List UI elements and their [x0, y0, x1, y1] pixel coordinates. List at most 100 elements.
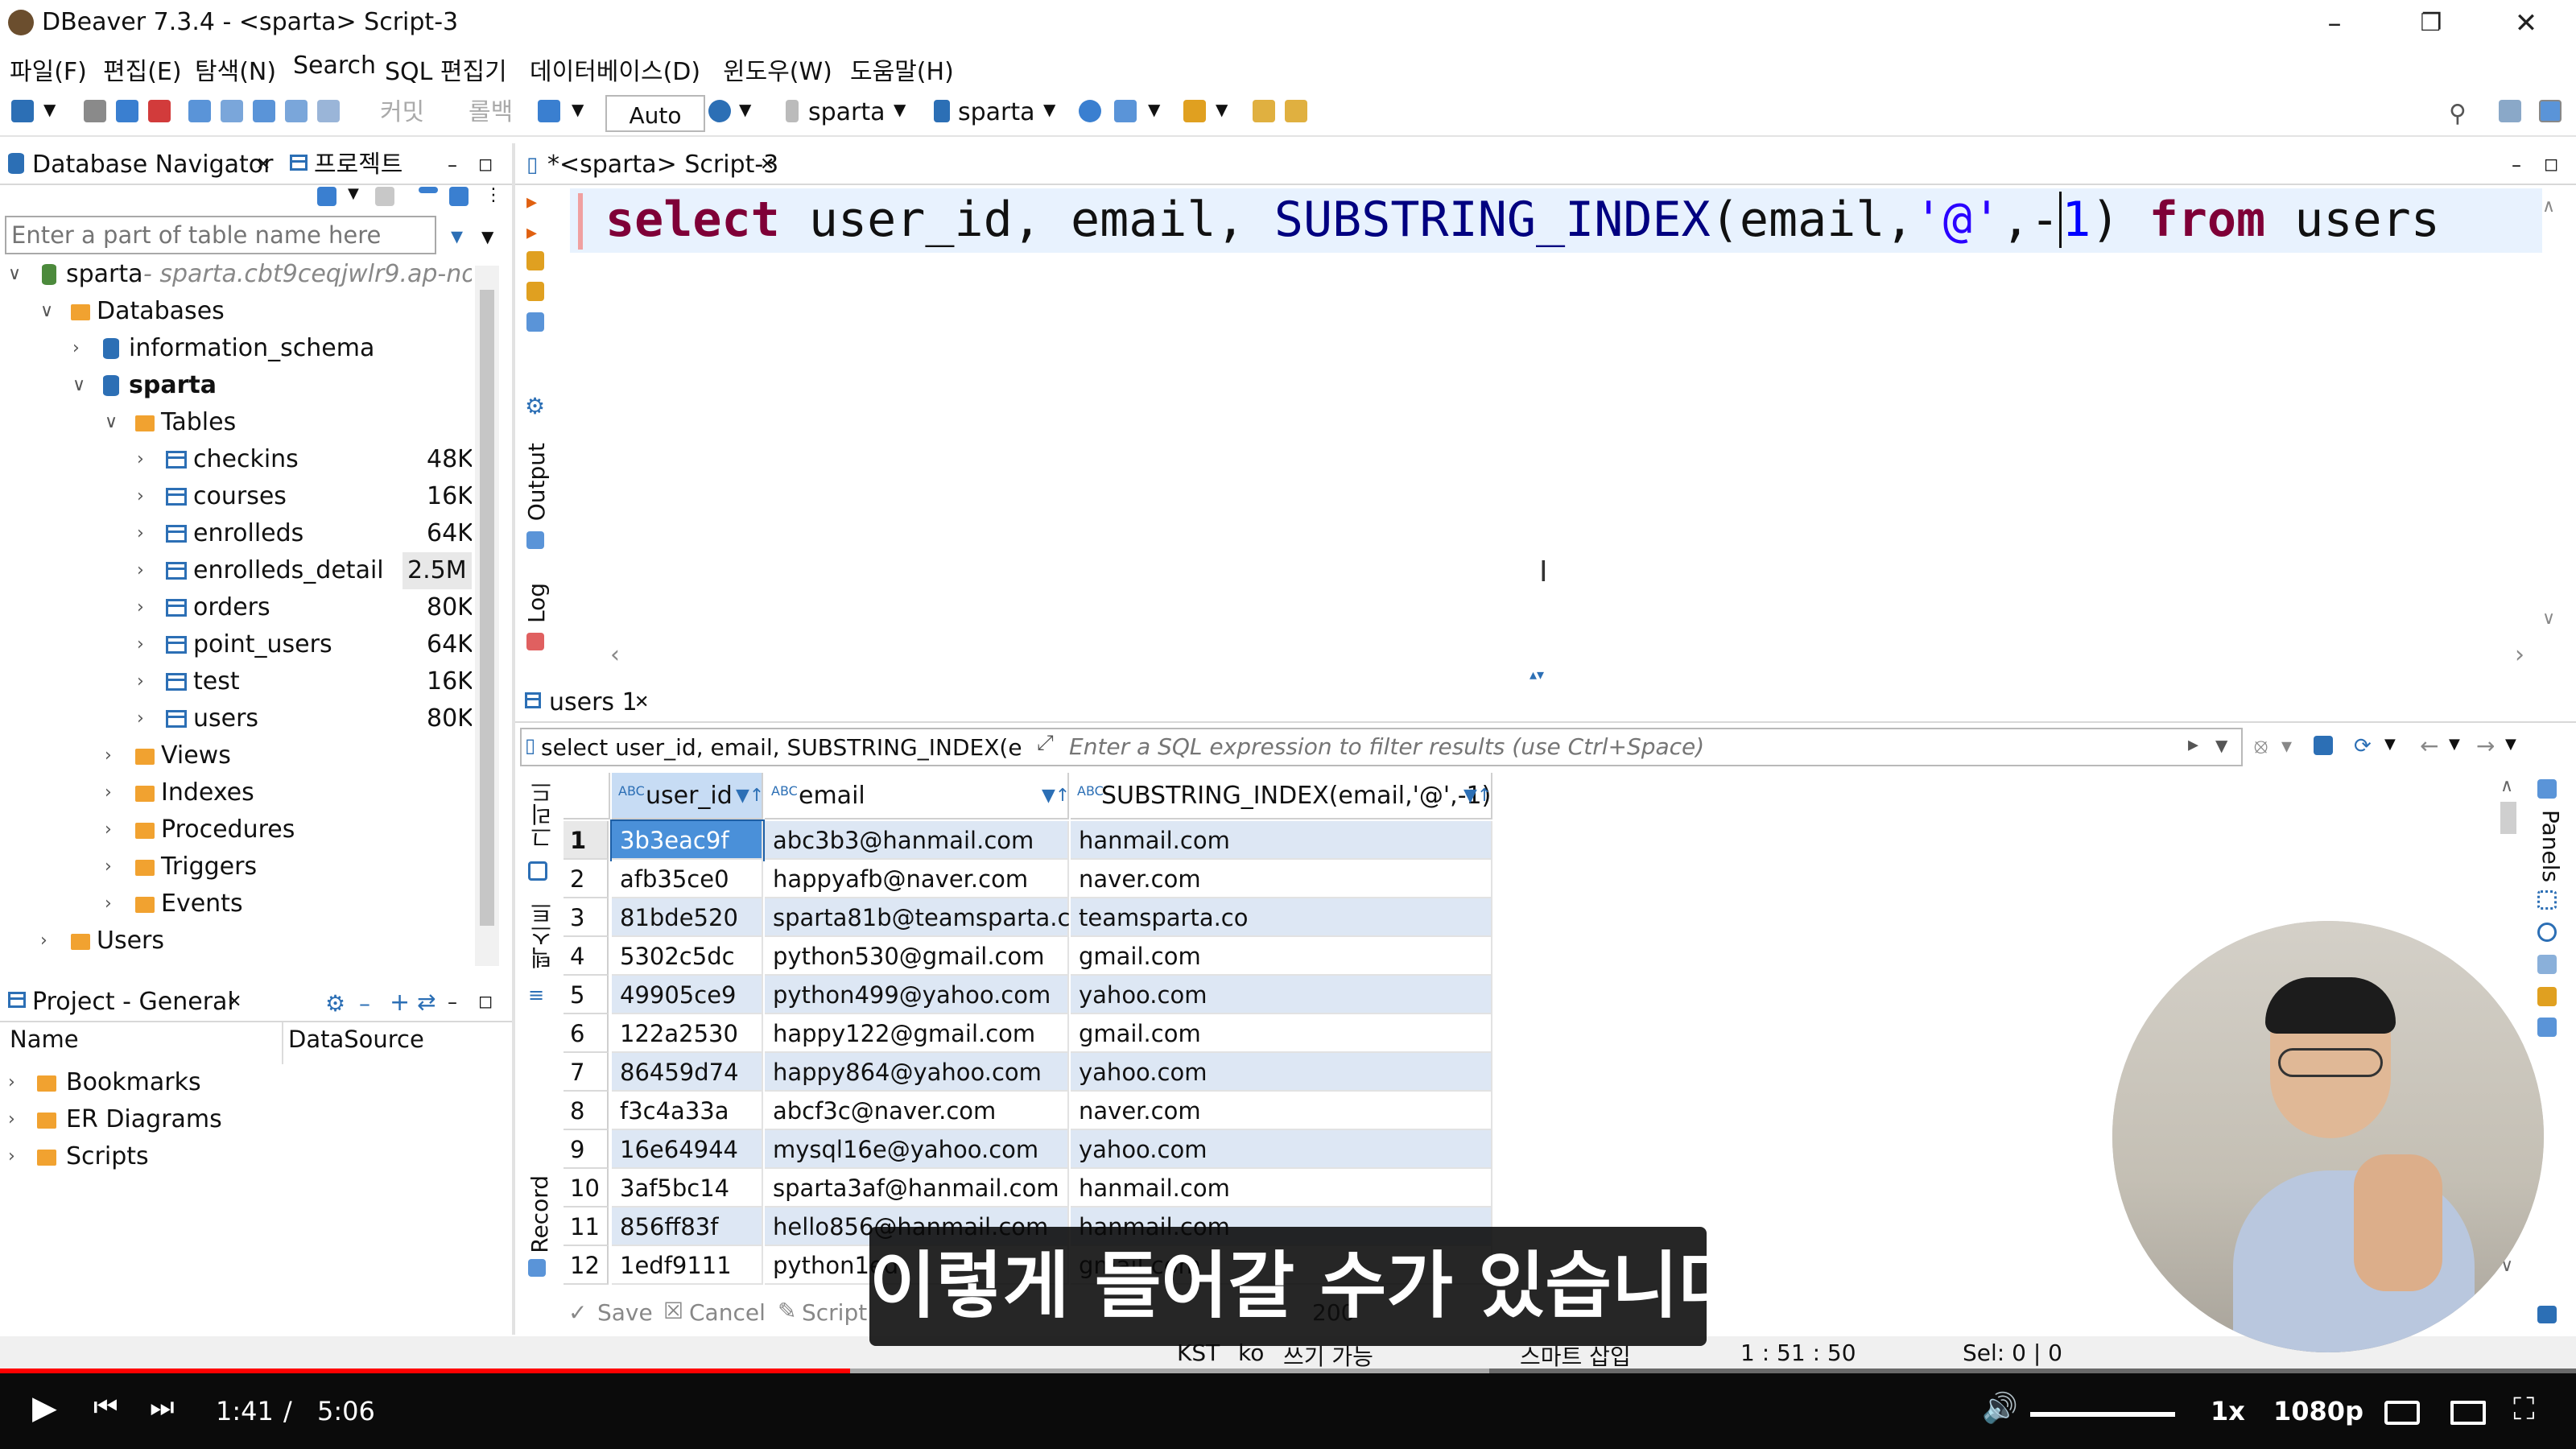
- add-icon[interactable]: +: [390, 989, 412, 1017]
- chevron-right-icon[interactable]: ›: [137, 663, 144, 700]
- search-icon[interactable]: ⚲: [2449, 100, 2471, 128]
- tree-table-item[interactable]: › point_users 64K: [0, 626, 472, 663]
- save-filter-icon[interactable]: [2314, 736, 2333, 755]
- tab-script-3[interactable]: *<sparta> Script-3: [547, 147, 778, 184]
- maximize-panel-icon[interactable]: ◻: [478, 147, 493, 184]
- dropdown-arrow-icon[interactable]: ▼: [2384, 736, 2399, 758]
- table-cell[interactable]: happy122@gmail.com: [765, 1014, 1069, 1053]
- execute-new-tab-icon[interactable]: [526, 251, 544, 270]
- column-name-header[interactable]: Name: [10, 1026, 79, 1053]
- record-view-toggle[interactable]: Record: [526, 1175, 553, 1253]
- table-cell[interactable]: 3af5bc14: [612, 1169, 763, 1208]
- editor-hscroll-track[interactable]: [628, 641, 2504, 668]
- table-cell[interactable]: 122a2530: [612, 1014, 763, 1053]
- dropdown-arrow-icon[interactable]: ▼: [1043, 100, 1058, 122]
- chevron-right-icon[interactable]: ›: [105, 774, 112, 811]
- table-cell[interactable]: 1edf9111: [612, 1246, 763, 1285]
- log-panel-toggle[interactable]: Log: [523, 583, 550, 623]
- tree-procedures[interactable]: › Procedures: [0, 811, 472, 848]
- new-script-icon[interactable]: [221, 100, 243, 122]
- volume-icon[interactable]: 🔊: [1982, 1391, 2018, 1425]
- dropdown-arrow-icon[interactable]: ▼: [739, 100, 753, 122]
- grid-view-toggle[interactable]: 그리드: [526, 781, 559, 848]
- schema-selector[interactable]: sparta: [958, 95, 1035, 130]
- table-cell[interactable]: python499@yahoo.com: [765, 976, 1069, 1014]
- close-tab-icon[interactable]: ✕: [256, 147, 270, 184]
- panels-toggle[interactable]: Panels: [2537, 810, 2564, 882]
- settings-gear-icon[interactable]: ⚙: [525, 393, 546, 419]
- scroll-up-icon[interactable]: ∧: [2542, 196, 2555, 217]
- execute-script-icon[interactable]: ▸: [526, 221, 546, 245]
- scroll-right-icon[interactable]: ›: [2515, 641, 2524, 669]
- scrollbar-thumb[interactable]: [2500, 802, 2516, 834]
- tree-table-item[interactable]: › enrolleds 64K: [0, 515, 472, 552]
- row-number[interactable]: 1: [564, 821, 609, 860]
- output-panel-toggle[interactable]: Output: [523, 443, 550, 521]
- project-item-bookmarks[interactable]: › Bookmarks: [0, 1064, 483, 1101]
- tree-tables[interactable]: ∨ Tables: [0, 404, 472, 441]
- chevron-right-icon[interactable]: ›: [137, 515, 144, 552]
- chevron-down-icon[interactable]: ∨: [40, 293, 53, 330]
- collapse-all-icon[interactable]: [419, 187, 438, 193]
- fullscreen-icon[interactable]: ⛶: [2513, 1391, 2535, 1427]
- minimize-panel-icon[interactable]: –: [448, 984, 457, 1021]
- perspective-icon[interactable]: [2539, 100, 2562, 122]
- settings-gear-icon[interactable]: ⚙: [325, 990, 348, 1017]
- tab-database-navigator[interactable]: Database Navigator: [32, 147, 273, 184]
- row-number[interactable]: 2: [564, 860, 609, 898]
- back-arrow-icon[interactable]: ←: [2420, 733, 2439, 759]
- table-cell[interactable]: 856ff83f: [612, 1208, 763, 1246]
- dropdown-arrow-icon[interactable]: ▼: [2505, 736, 2520, 758]
- sql-editor[interactable]: [564, 187, 2544, 638]
- tree-connection-sparta[interactable]: ∨ sparta - sparta.cbt9ceqjwlr9.ap-north: [0, 256, 472, 293]
- tree-table-item[interactable]: › test 16K: [0, 663, 472, 700]
- text-icon[interactable]: ≡: [528, 984, 547, 1006]
- column-header-substring-index[interactable]: ABC SUBSTRING_INDEX(email,'@',-1) ▼↑: [1071, 773, 1492, 819]
- sort-icon[interactable]: ▼↑: [1463, 773, 1492, 819]
- chevron-right-icon[interactable]: ›: [105, 811, 112, 848]
- collapse-all-icon[interactable]: –: [359, 990, 382, 1017]
- connect-icon[interactable]: [84, 100, 106, 122]
- maximize-panel-icon[interactable]: ◻: [2544, 147, 2558, 184]
- auto-commit-toggle[interactable]: Auto: [605, 95, 705, 132]
- menu-navigate[interactable]: 탐색(N): [195, 52, 276, 87]
- row-number[interactable]: 9: [564, 1130, 609, 1169]
- tree-db-sparta[interactable]: ∨ sparta: [0, 367, 472, 404]
- chevron-right-icon[interactable]: ›: [105, 737, 112, 774]
- forward-arrow-icon[interactable]: →: [2476, 733, 2496, 759]
- grid-icon[interactable]: [528, 861, 547, 881]
- tree-table-item[interactable]: › users 80K: [0, 700, 472, 737]
- dropdown-arrow-icon[interactable]: ▼: [894, 100, 908, 122]
- execute-statement-icon[interactable]: ▸: [526, 190, 546, 214]
- chevron-right-icon[interactable]: ›: [137, 626, 144, 663]
- text-view-toggle[interactable]: 텍스트: [526, 902, 559, 969]
- table-cell[interactable]: happyafb@naver.com: [765, 860, 1069, 898]
- table-cell[interactable]: 3b3eac9f: [610, 819, 765, 861]
- log-icon[interactable]: [526, 633, 544, 650]
- tree-table-item[interactable]: › orders 80K: [0, 589, 472, 626]
- tree-events[interactable]: › Events: [0, 886, 472, 923]
- close-tab-icon[interactable]: ✕: [760, 147, 774, 184]
- minimize-panel-icon[interactable]: –: [2512, 147, 2521, 184]
- panel-toggle-icon[interactable]: [2537, 779, 2557, 799]
- table-cell[interactable]: 5302c5dc: [612, 937, 763, 976]
- table-cell[interactable]: afb35ce0: [612, 860, 763, 898]
- new-folder-icon[interactable]: [375, 187, 394, 206]
- filter-expression-input[interactable]: [1069, 729, 2116, 765]
- sync-icon[interactable]: [449, 187, 469, 206]
- table-cell[interactable]: hanmail.com: [1071, 1169, 1492, 1208]
- disconnect-icon[interactable]: [116, 100, 138, 122]
- column-header-email[interactable]: ABC email ▼↑: [765, 773, 1070, 819]
- row-number[interactable]: 12: [564, 1246, 609, 1285]
- menu-sql-editor[interactable]: SQL 편집기: [385, 52, 507, 87]
- menu-window[interactable]: 윈도우(W): [723, 52, 832, 87]
- load-plan-icon[interactable]: [526, 312, 544, 332]
- chevron-right-icon[interactable]: ›: [137, 552, 144, 589]
- scrollbar-thumb[interactable]: [480, 290, 494, 926]
- tree-db-information-schema[interactable]: › information_schema: [0, 330, 472, 367]
- sql-editor-icon[interactable]: [188, 100, 211, 122]
- transaction-mode-icon[interactable]: [538, 100, 560, 122]
- link-editor-icon[interactable]: [317, 187, 336, 206]
- project-item-er-diagrams[interactable]: › ER Diagrams: [0, 1101, 483, 1138]
- open-perspective-icon[interactable]: [2499, 100, 2521, 122]
